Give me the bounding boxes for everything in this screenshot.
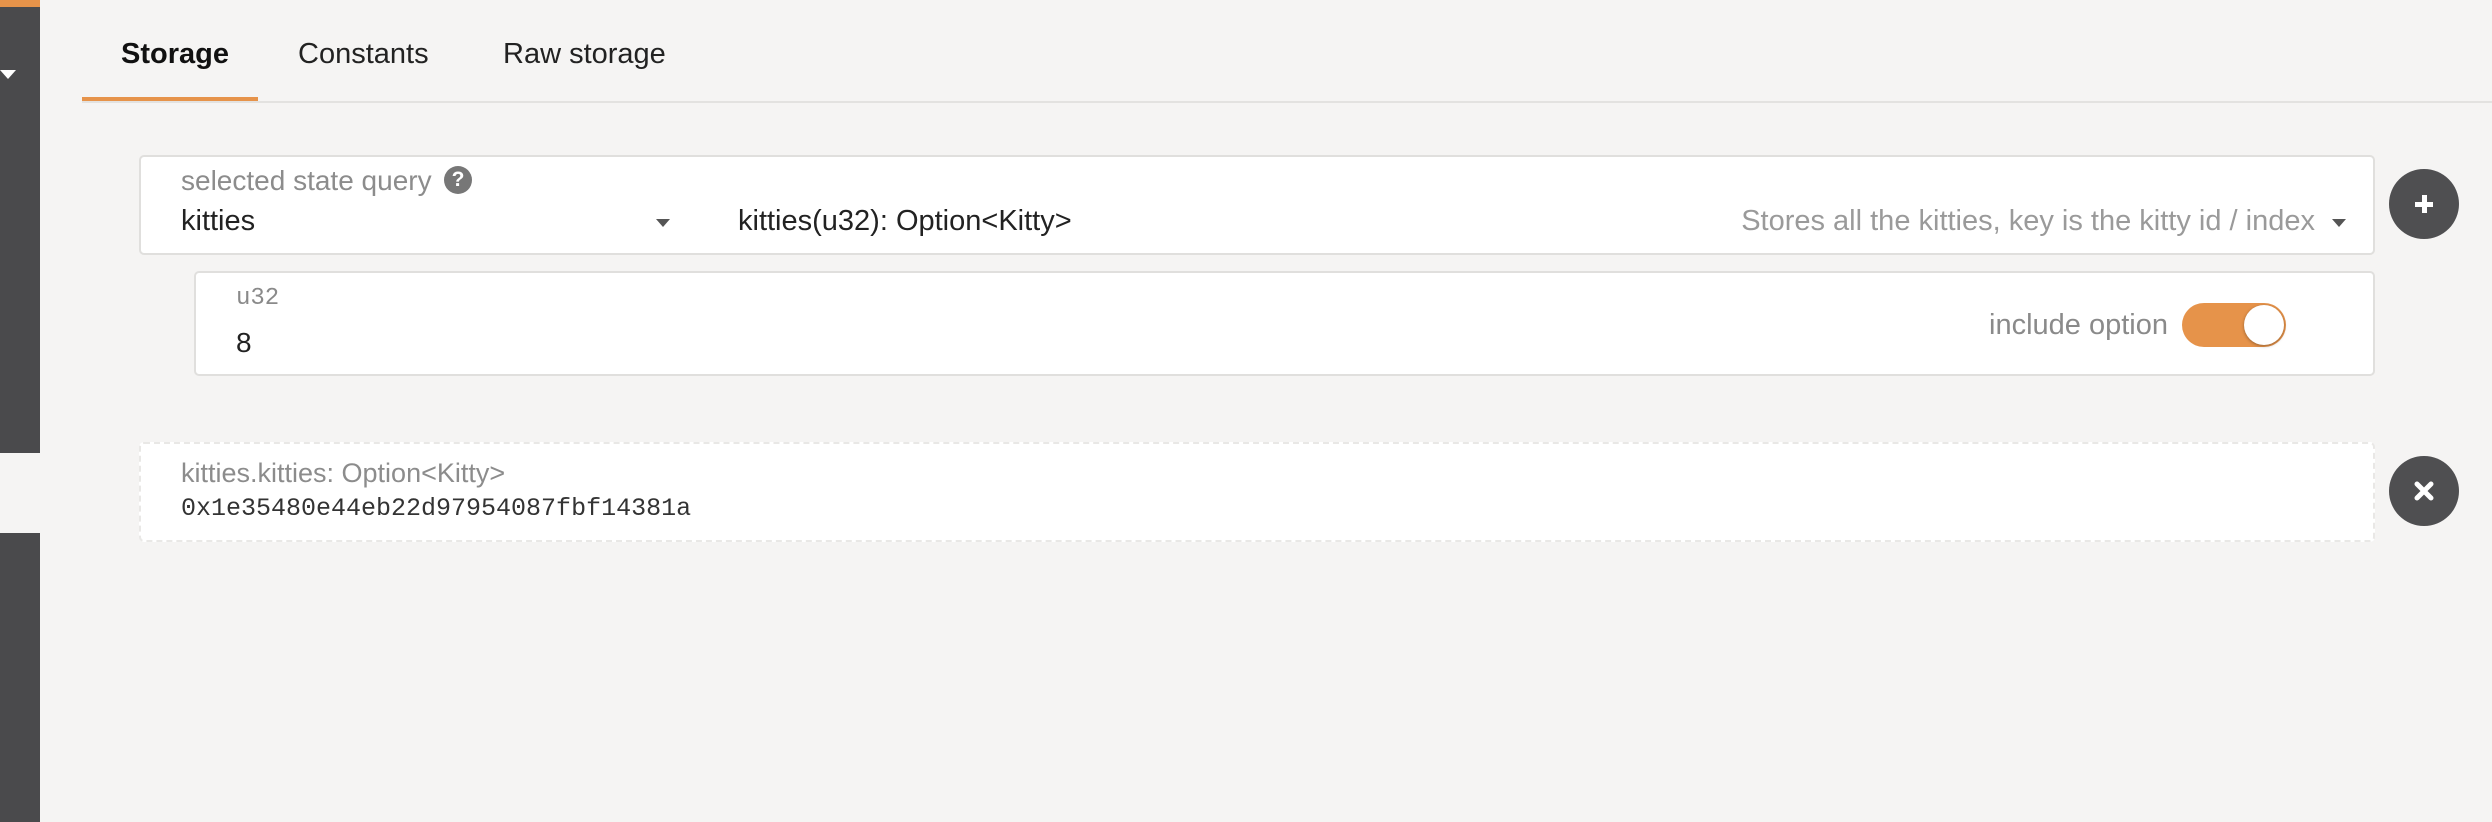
- include-option-label: include option: [1989, 309, 2168, 341]
- sidebar-accent-bar: [0, 0, 40, 7]
- remove-result-button[interactable]: [2389, 456, 2459, 526]
- sidebar-caret-down-icon[interactable]: [0, 70, 16, 79]
- result-value: 0x1e35480e44eb22d97954087fbf14381a: [181, 494, 692, 523]
- query-label: selected state query: [181, 165, 432, 196]
- method-description: Stores all the kitties, key is the kitty…: [1741, 205, 2315, 237]
- param-input-card: u32 8 include option: [194, 271, 2375, 376]
- section-dropdown[interactable]: kitties: [181, 205, 255, 238]
- question-circle-icon[interactable]: ?: [444, 166, 472, 194]
- method-dropdown[interactable]: kitties(u32): Option<Kitty>: [738, 205, 1072, 238]
- tab-bar: Storage Constants Raw storage: [82, 0, 2492, 103]
- sidebar-panel-bottom: [0, 533, 40, 822]
- tab-constants[interactable]: Constants: [298, 38, 429, 71]
- method-caret-down-icon[interactable]: [2332, 219, 2346, 227]
- sidebar-panel-top: [0, 0, 40, 453]
- sidebar: [0, 0, 40, 822]
- section-caret-down-icon[interactable]: [656, 219, 670, 227]
- param-type-label: u32: [236, 285, 280, 312]
- close-icon: [2414, 481, 2434, 501]
- state-query-selector: selected state query ? kitties kitties(u…: [139, 155, 2375, 255]
- include-option-toggle[interactable]: [2182, 303, 2286, 347]
- toggle-knob: [2244, 305, 2284, 345]
- tab-raw-storage[interactable]: Raw storage: [503, 38, 666, 71]
- param-value-input[interactable]: 8: [236, 327, 252, 359]
- add-query-button[interactable]: [2389, 169, 2459, 239]
- active-tab-indicator: [82, 97, 258, 101]
- plus-icon: [2415, 195, 2433, 213]
- tab-storage[interactable]: Storage: [121, 38, 229, 71]
- result-label: kitties.kitties: Option<Kitty>: [181, 458, 506, 488]
- query-result: kitties.kitties: Option<Kitty> 0x1e35480…: [139, 442, 2375, 542]
